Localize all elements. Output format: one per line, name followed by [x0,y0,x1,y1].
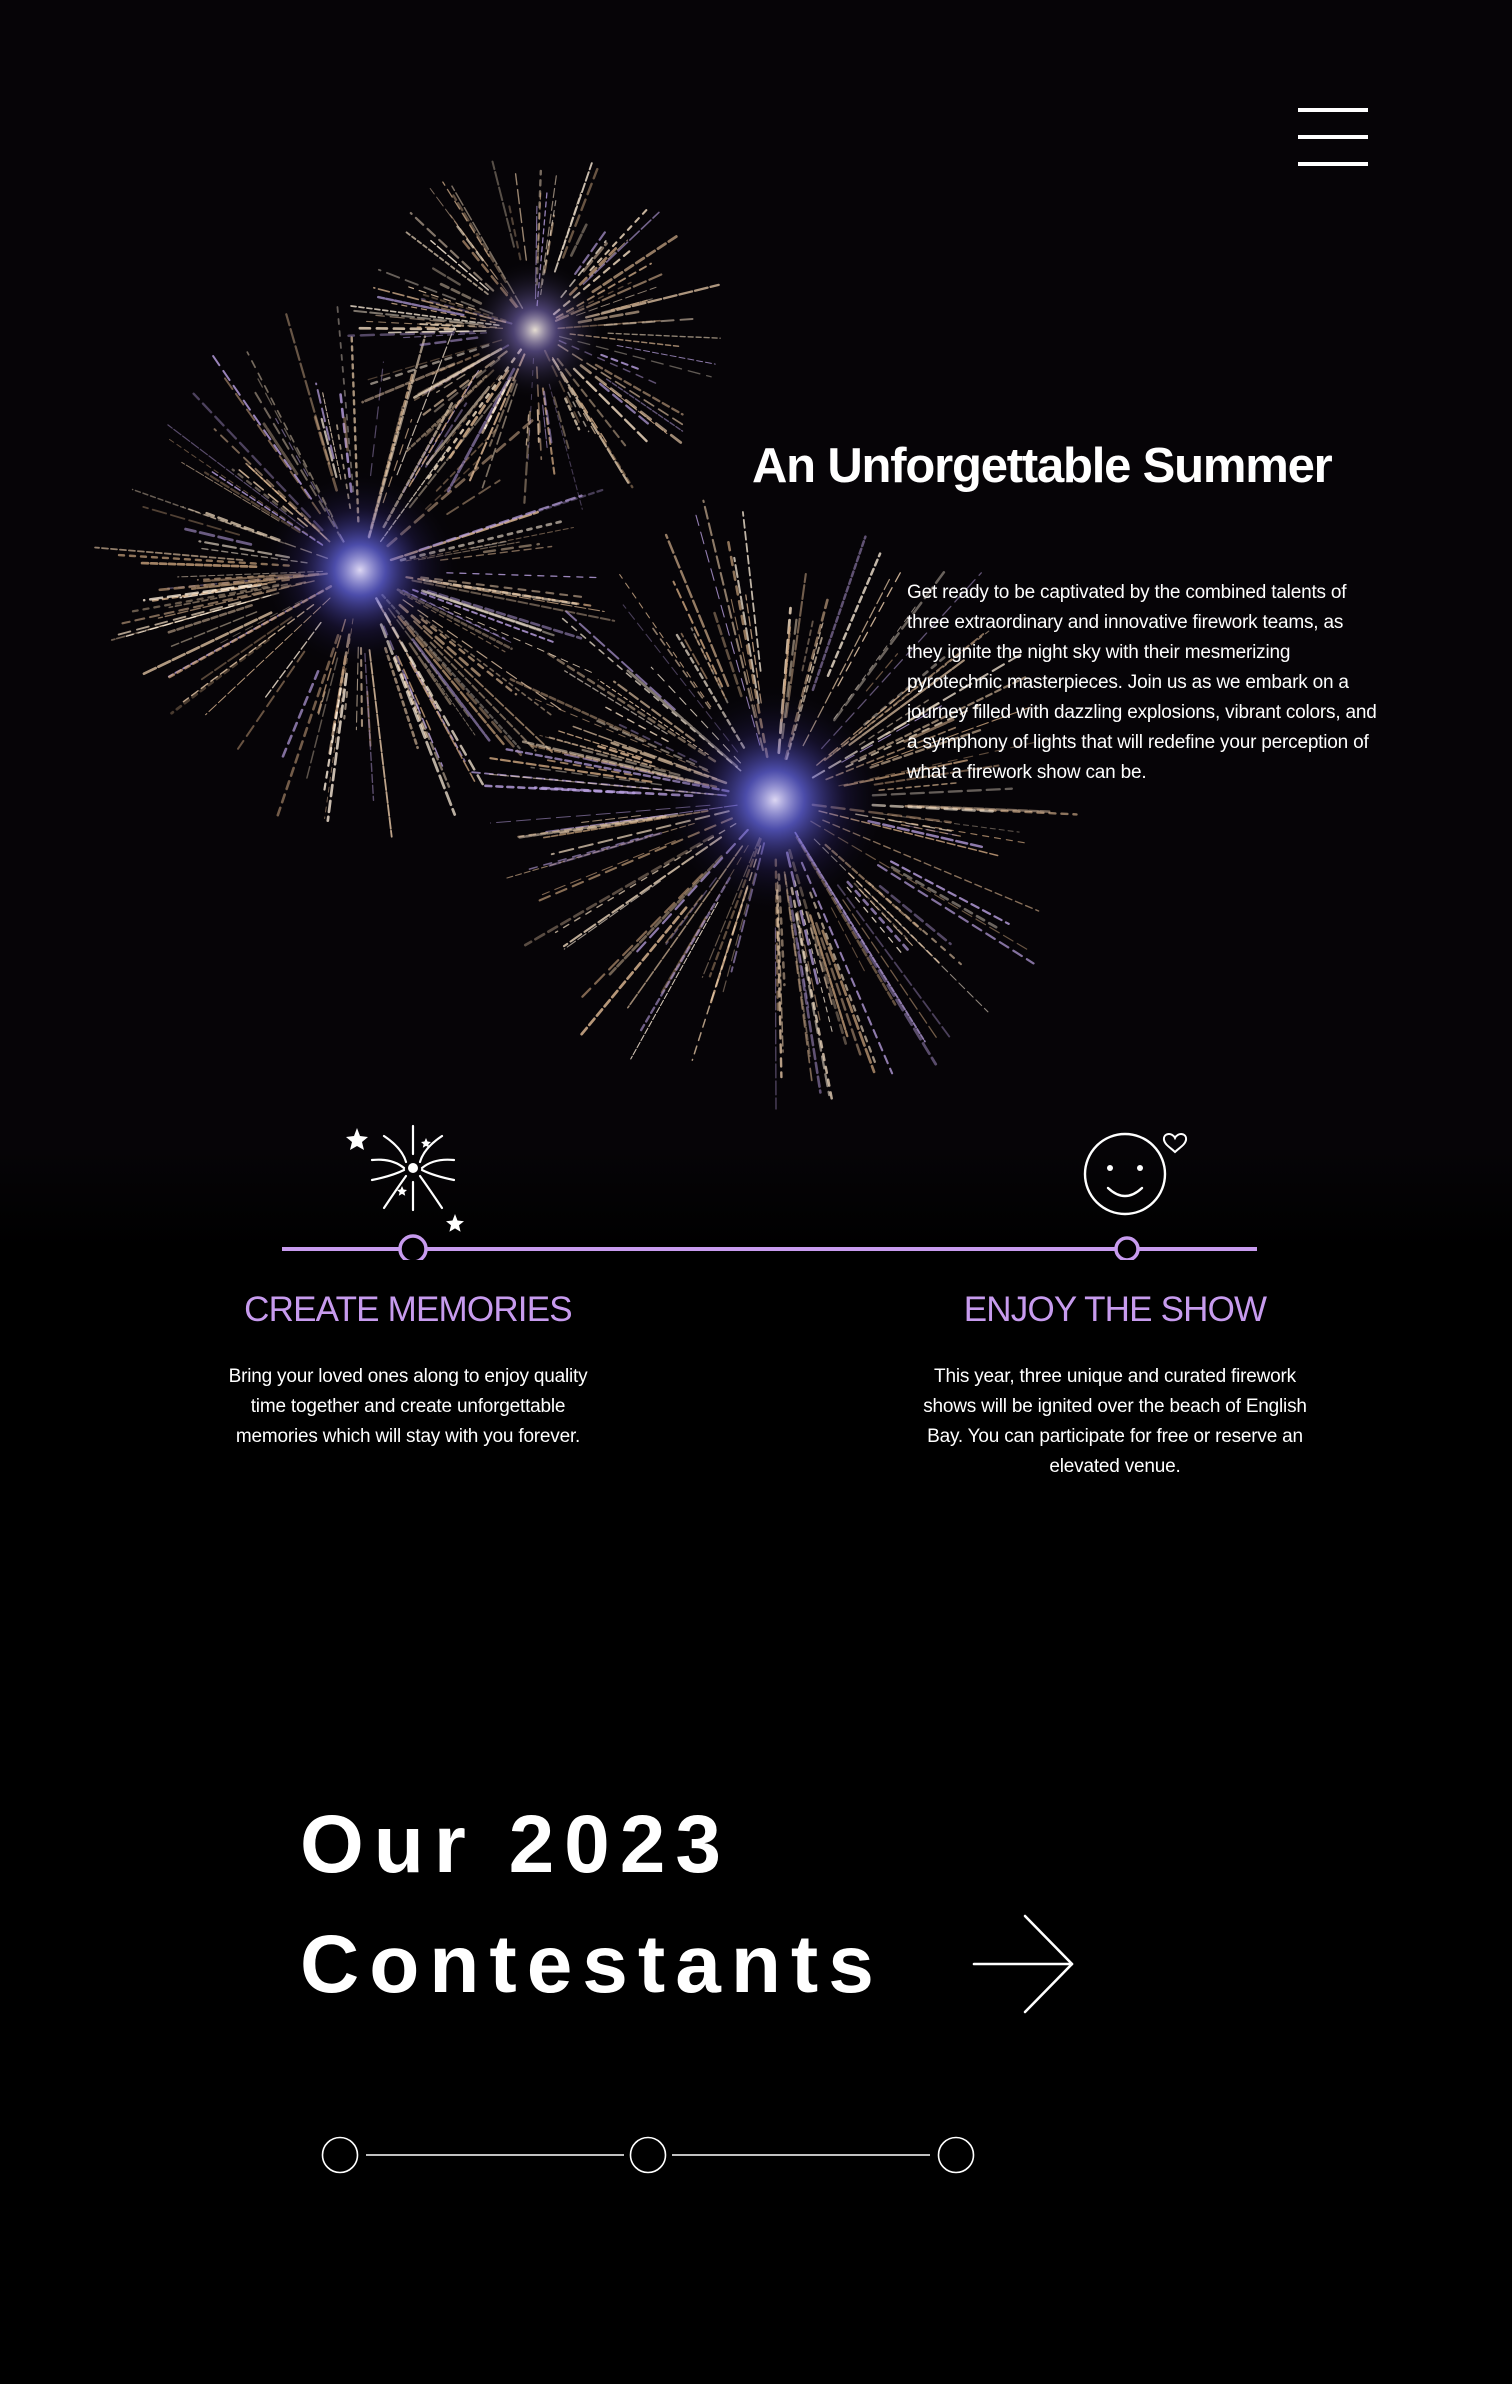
hero-description: Get ready to be captivated by the combin… [907,582,1377,783]
timeline-node-show [1114,1236,1140,1260]
contestants-heading-line2: Contestants [300,1919,884,2010]
enjoy-the-show-text: This year, three unique and curated fire… [923,1366,1307,1477]
contestants-heading: Our 2023 Contestants [300,1785,884,2025]
timeline-node-memories [398,1234,428,1260]
create-memories-heading: CREATE MEMORIES [244,1290,572,1329]
contestants-slider [321,2136,975,2174]
slider-dot-1[interactable] [321,2136,359,2174]
create-memories-text: Bring your loved ones along to enjoy qua… [228,1366,588,1447]
fireworks-icon [346,1124,464,1232]
features-timeline [282,1124,1257,1260]
arrow-right-icon[interactable] [972,1912,1076,2016]
slider-dot-2[interactable] [629,2136,667,2174]
smiley-heart-icon [1083,1132,1188,1216]
slider-dot-3[interactable] [937,2136,975,2174]
hamburger-menu-icon[interactable] [1298,104,1368,170]
enjoy-the-show-heading: ENJOY THE SHOW [963,1290,1267,1329]
hero-title: An Unforgettable Summer [752,439,1333,493]
contestants-heading-line1: Our 2023 [300,1799,731,1890]
